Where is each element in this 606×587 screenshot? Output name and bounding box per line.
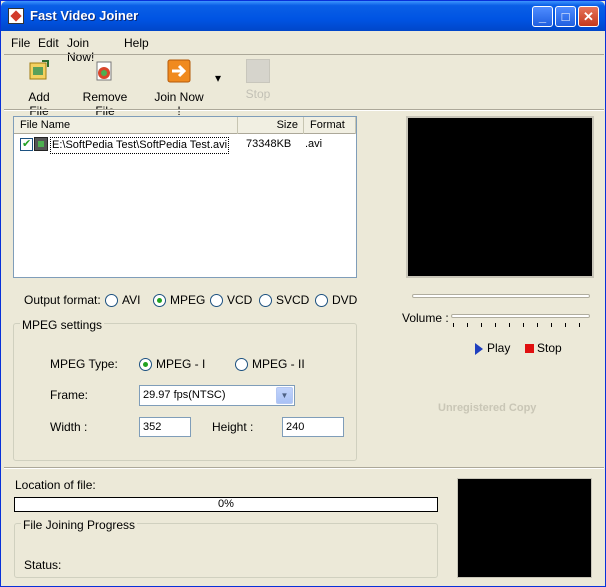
joining-progress-title: File Joining Progress	[21, 518, 138, 532]
radio-dvd[interactable]	[315, 294, 328, 307]
chevron-down-icon: ▾	[214, 71, 222, 85]
menu-file[interactable]: File	[11, 36, 30, 50]
stop-toolbar-label: Stop	[245, 87, 271, 101]
column-format[interactable]: Format	[304, 117, 356, 134]
remove-file-icon	[96, 61, 112, 81]
radio-vcd-label: VCD	[227, 293, 253, 307]
volume-label: Volume :	[402, 311, 449, 325]
maximize-button[interactable]: □	[555, 6, 576, 27]
menu-help[interactable]: Help	[124, 36, 149, 50]
radio-mpeg-2-label: MPEG - II	[252, 357, 305, 371]
output-format-label: Output format:	[24, 293, 101, 307]
stop-icon[interactable]	[525, 344, 534, 353]
radio-avi[interactable]	[105, 294, 118, 307]
volume-tick	[523, 323, 524, 327]
file-row[interactable]: E:\SoftPedia Test\SoftPedia Test.avi 733…	[18, 136, 356, 154]
column-size[interactable]: Size	[238, 117, 304, 134]
frame-select-value: 29.97 fps(NTSC)	[143, 389, 226, 401]
height-label: Height :	[212, 420, 254, 434]
frame-label: Frame:	[50, 388, 89, 402]
radio-mpeg-label: MPEG	[170, 293, 206, 307]
width-label: Width :	[50, 420, 88, 434]
volume-tick	[453, 323, 454, 327]
volume-tick	[509, 323, 510, 327]
chevron-down-icon[interactable]: ▼	[276, 387, 293, 404]
unregistered-watermark: Unregistered Copy	[438, 402, 537, 414]
output-preview	[457, 478, 592, 578]
file-row-format: .avi	[305, 138, 323, 150]
add-file-icon	[29, 60, 49, 80]
arrow-right-icon	[167, 59, 191, 83]
bottom-divider	[4, 467, 604, 469]
add-file-label: Add File	[28, 90, 50, 118]
radio-mpeg-1-label: MPEG - I	[156, 357, 206, 371]
radio-vcd[interactable]	[210, 294, 223, 307]
volume-tick	[495, 323, 496, 327]
join-options-dropdown[interactable]: ▾	[213, 71, 223, 85]
minimize-button[interactable]: _	[532, 6, 553, 27]
stop-button[interactable]: Stop	[537, 341, 562, 355]
radio-mpeg-1[interactable]	[139, 358, 152, 371]
close-button[interactable]: ✕	[578, 6, 599, 27]
play-button[interactable]: Play	[487, 341, 510, 355]
volume-tick	[481, 323, 482, 327]
video-preview	[406, 116, 594, 278]
play-icon[interactable]	[475, 343, 483, 355]
remove-file-label: Remove File	[82, 90, 128, 118]
volume-slider[interactable]	[451, 314, 590, 318]
radio-svcd[interactable]	[259, 294, 272, 307]
menu-edit[interactable]: Edit	[38, 36, 59, 50]
radio-avi-label: AVI	[122, 293, 141, 307]
toolbar-divider	[4, 109, 604, 111]
volume-tick	[551, 323, 552, 327]
join-now-label: Join Now !	[154, 90, 204, 118]
stop-icon	[246, 59, 270, 83]
seek-slider[interactable]	[412, 294, 590, 298]
column-file-name[interactable]: File Name	[14, 117, 238, 134]
volume-tick	[565, 323, 566, 327]
volume-tick	[579, 323, 580, 327]
file-row-size: 73348KB	[246, 138, 292, 150]
mpeg-type-label: MPEG Type:	[50, 357, 118, 371]
progress-bar: 0%	[14, 497, 438, 512]
radio-mpeg[interactable]	[153, 294, 166, 307]
radio-svcd-label: SVCD	[276, 293, 310, 307]
location-label: Location of file:	[15, 478, 96, 492]
file-row-checkbox[interactable]	[20, 137, 33, 151]
window-title: Fast Video Joiner	[30, 8, 139, 23]
video-file-icon	[34, 137, 48, 151]
mpeg-settings-title: MPEG settings	[20, 318, 105, 332]
volume-tick	[537, 323, 538, 327]
app-icon	[8, 8, 24, 24]
progress-text: 0%	[218, 498, 234, 510]
menu-divider	[4, 54, 604, 55]
radio-mpeg-2[interactable]	[235, 358, 248, 371]
file-list[interactable]: File Name Size Format E:\SoftPedia Test\…	[13, 116, 357, 278]
stop-toolbar-button[interactable]: Stop	[244, 59, 272, 101]
status-label: Status:	[24, 558, 62, 572]
file-list-header: File Name Size Format	[14, 117, 356, 134]
radio-dvd-label: DVD	[332, 293, 358, 307]
frame-select[interactable]: 29.97 fps(NTSC) ▼	[139, 385, 295, 406]
height-input[interactable]: 240	[282, 417, 344, 437]
title-bar[interactable]: Fast Video Joiner _ □ ✕	[1, 1, 605, 31]
file-row-name: E:\SoftPedia Test\SoftPedia Test.avi	[50, 137, 230, 154]
app-window: Fast Video Joiner _ □ ✕ File Edit Join N…	[0, 0, 606, 587]
volume-tick	[467, 323, 468, 327]
width-input[interactable]: 352	[139, 417, 191, 437]
